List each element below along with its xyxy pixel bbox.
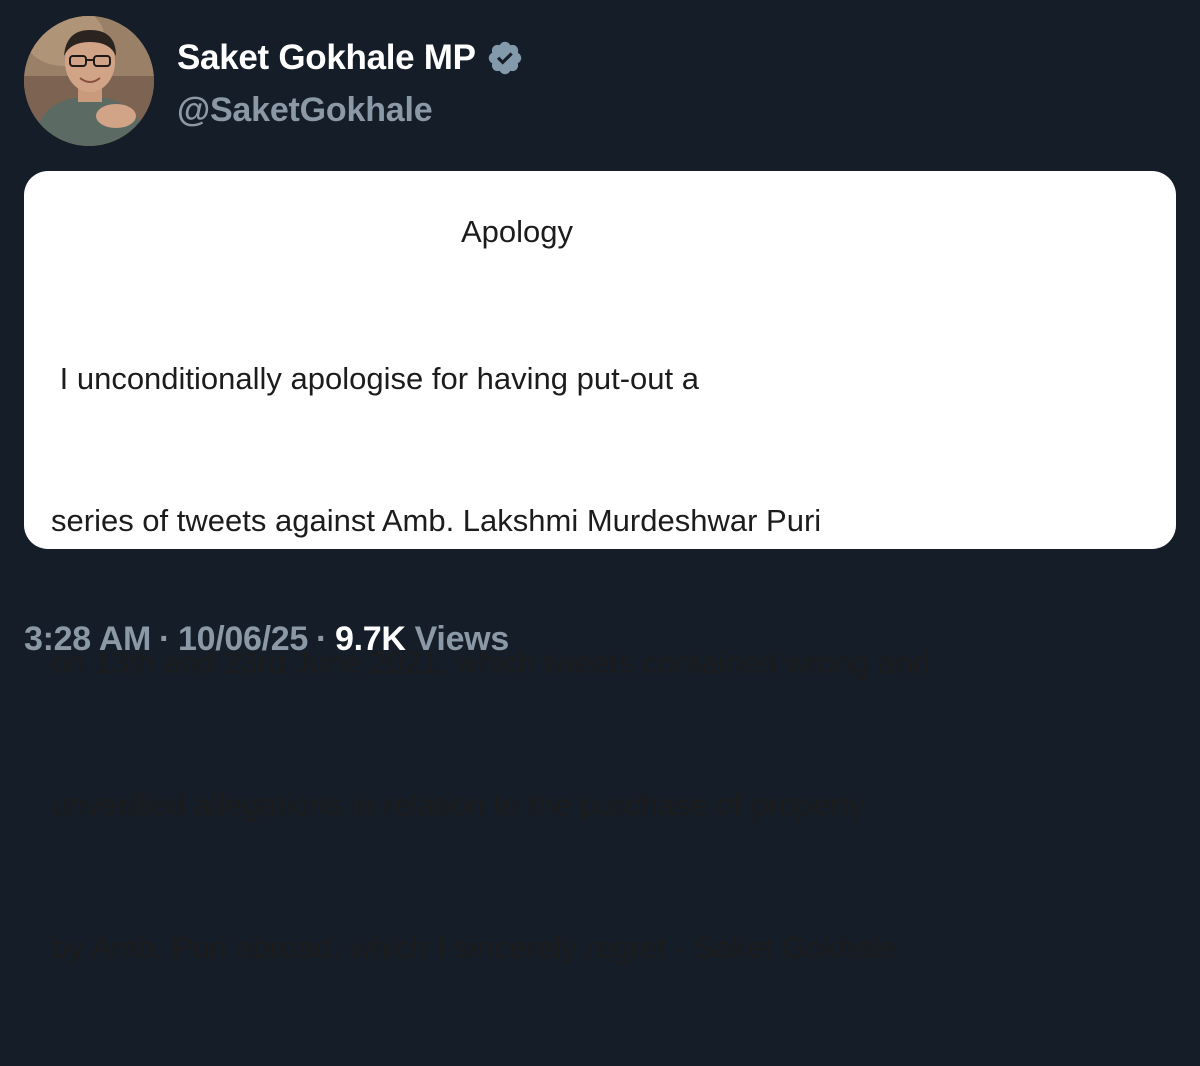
apology-line: series of tweets against Amb. Lakshmi Mu… [51,503,822,539]
apology-line: by Amb. Puri abroad, which I sincerely r… [51,929,898,965]
apology-line: I unconditionally apologise for having p… [51,360,699,396]
views-label: Views [414,620,510,658]
tweet-meta: 3:28 AM · 10/06/25 · 9.7K Views [24,614,509,664]
author-handle[interactable]: @SaketGokhale [177,88,433,132]
tweet-date[interactable]: 10/06/25 [178,614,308,664]
author-display-name[interactable]: Saket Gokhale MP [177,36,476,80]
avatar[interactable] [24,16,154,146]
tweet-time[interactable]: 3:28 AM [24,614,151,664]
author-name-row: Saket Gokhale MP [177,36,524,80]
meta-separator: · [159,620,171,658]
apology-title: Apology [461,214,574,249]
views-count: 9.7K [335,620,406,658]
apology-line: unverified allegations in relation to th… [51,787,865,823]
tweet-card: Saket Gokhale MP @SaketGokhale Apology I… [0,0,1200,965]
verified-badge-icon[interactable] [486,39,524,77]
meta-separator: · [316,620,328,658]
